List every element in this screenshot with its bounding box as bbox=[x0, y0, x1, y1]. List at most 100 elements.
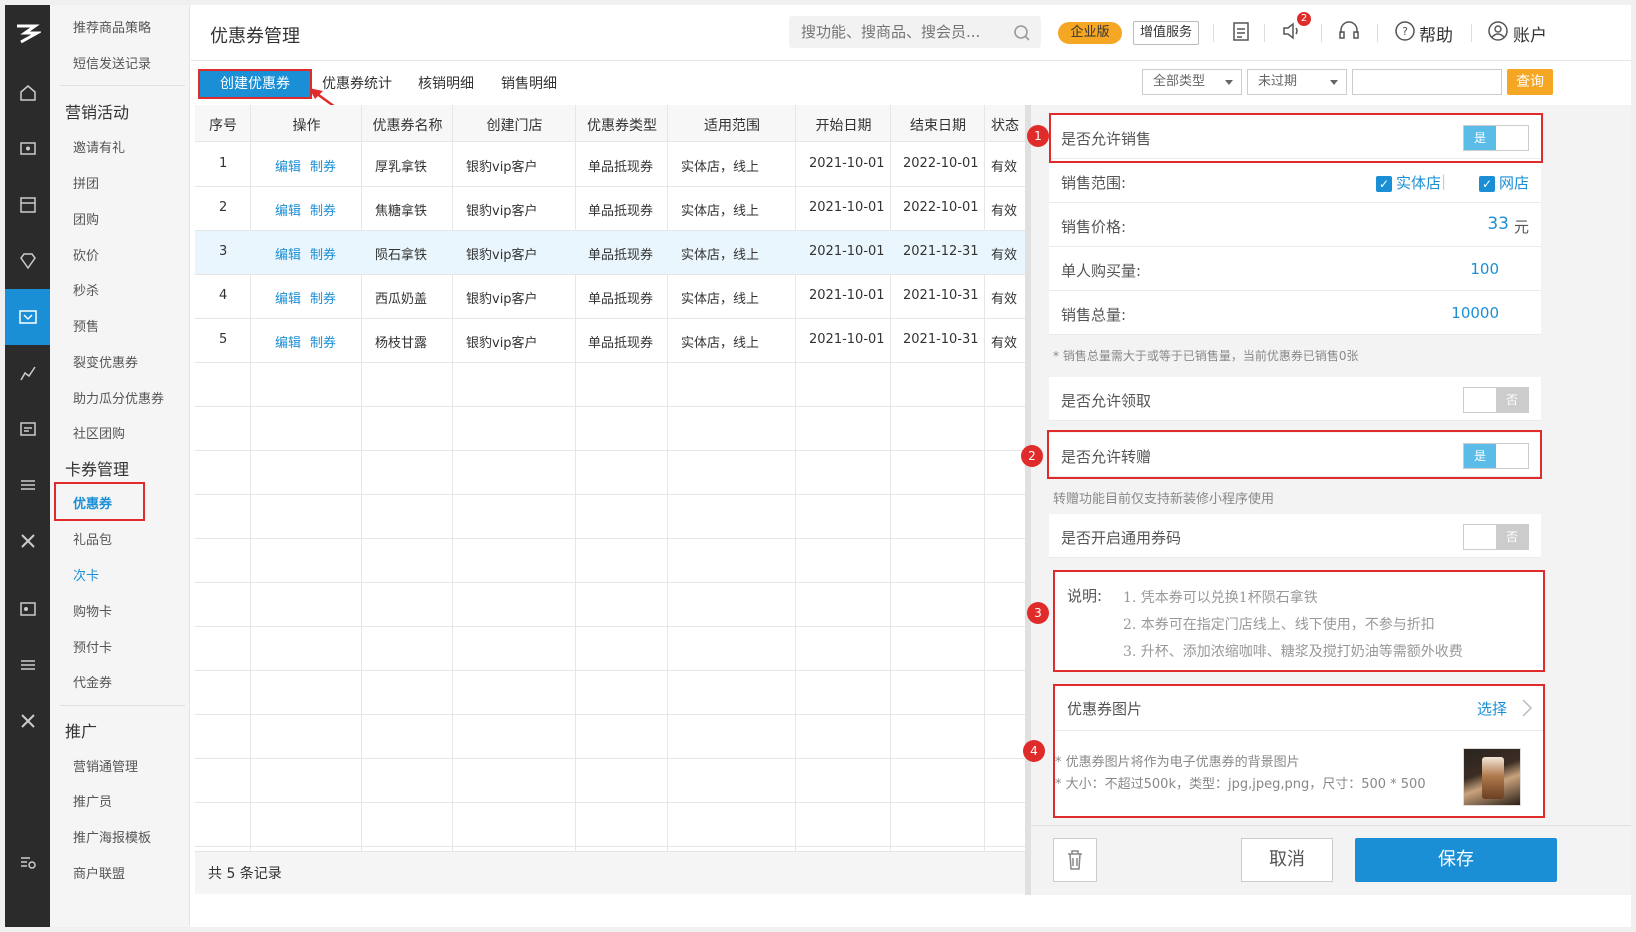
cell-scope: 实体店，线上 bbox=[681, 204, 760, 219]
sidebar-item[interactable]: 次卡 bbox=[73, 565, 99, 584]
coupon-image-thumbnail[interactable] bbox=[1463, 748, 1521, 806]
tools-icon[interactable] bbox=[5, 513, 50, 569]
card-icon[interactable] bbox=[5, 401, 50, 457]
marketing-icon[interactable] bbox=[5, 289, 50, 345]
edit-link[interactable]: 编辑 bbox=[275, 200, 301, 219]
description-box[interactable]: 说明: 1. 凭本券可以兑换1杯陨石拿铁 2. 本券可在指定门店线上、线下使用，… bbox=[1053, 570, 1545, 672]
cell-status: 有效 bbox=[991, 204, 1018, 219]
sidebar-item[interactable]: 邀请有礼 bbox=[73, 137, 125, 156]
coupon-image-section: 优惠券图片 选择 * 优惠券图片将作为电子优惠券的背景图片 * 大小：不超过50… bbox=[1053, 684, 1545, 818]
search-input[interactable] bbox=[789, 16, 999, 48]
scope-online-checkbox[interactable]: ✓ 网店 bbox=[1478, 172, 1529, 193]
allow-receive-toggle[interactable]: 否 bbox=[1463, 387, 1529, 413]
edit-link[interactable]: 编辑 bbox=[275, 244, 301, 263]
member-icon[interactable] bbox=[5, 233, 50, 289]
scope-store-checkbox[interactable]: ✓ 实体店 bbox=[1375, 172, 1441, 193]
home-icon[interactable] bbox=[5, 65, 50, 121]
sidebar-item[interactable]: 推广员 bbox=[73, 791, 112, 810]
sidebar-item[interactable]: 裂变优惠券 bbox=[73, 352, 138, 371]
universal-code-toggle[interactable]: 否 bbox=[1463, 524, 1529, 550]
clipboard-icon[interactable] bbox=[1231, 20, 1251, 46]
cancel-button[interactable]: 取消 bbox=[1241, 838, 1333, 882]
account-link[interactable]: 账户 bbox=[1513, 21, 1547, 46]
help-link[interactable]: 帮助 bbox=[1419, 21, 1453, 46]
status-select[interactable]: 未过期 bbox=[1247, 69, 1347, 95]
per-person-label: 单人购买量: bbox=[1061, 262, 1142, 280]
user-icon[interactable] bbox=[1487, 20, 1509, 46]
table-row[interactable]: 1 编辑 制券 厚乳拿铁 银豹vip客户 单品抵现券 实体店，线上 2021-1… bbox=[195, 143, 1025, 187]
make-coupon-link[interactable]: 制券 bbox=[310, 200, 336, 219]
sidebar-item[interactable]: 砍价 bbox=[73, 245, 99, 264]
profile-card-icon[interactable] bbox=[5, 581, 50, 637]
chevron-down-icon bbox=[1225, 80, 1233, 85]
sidebar-item[interactable]: 推荐商品策略 bbox=[73, 17, 151, 36]
cashier-icon[interactable] bbox=[5, 121, 50, 177]
sidebar-item[interactable]: 社区团购 bbox=[73, 423, 125, 442]
cell-type: 单品抵现券 bbox=[588, 160, 654, 175]
sidebar-item[interactable]: 团购 bbox=[73, 209, 99, 228]
tab-create-coupon[interactable]: 创建优惠券 bbox=[198, 69, 312, 99]
sidebar-item[interactable]: 助力瓜分优惠券 bbox=[73, 388, 164, 407]
tab-coupon-stats[interactable]: 优惠券统计 bbox=[322, 69, 392, 99]
sidebar-item[interactable]: 购物卡 bbox=[73, 601, 112, 620]
checkbox-checked-icon: ✓ bbox=[1375, 175, 1392, 192]
make-coupon-link[interactable]: 制券 bbox=[310, 244, 336, 263]
sidebar-item[interactable]: 商户联盟 bbox=[73, 863, 125, 882]
total-input[interactable]: 10000 bbox=[1451, 304, 1499, 322]
make-coupon-link[interactable]: 制券 bbox=[310, 156, 336, 175]
save-button[interactable]: 保存 bbox=[1355, 838, 1557, 882]
settings-sliders-icon[interactable] bbox=[5, 457, 50, 513]
cell-start: 2021-10-01 bbox=[809, 244, 885, 259]
price-row: 销售价格: 33 元 bbox=[1049, 203, 1541, 247]
sidebar-item[interactable]: 代金券 bbox=[73, 672, 112, 691]
type-select[interactable]: 全部类型 bbox=[1142, 69, 1242, 95]
per-person-input[interactable]: 100 bbox=[1470, 260, 1499, 278]
sidebar-item[interactable]: 预付卡 bbox=[73, 637, 112, 656]
headset-icon[interactable] bbox=[1337, 20, 1361, 46]
make-coupon-link[interactable]: 制券 bbox=[310, 332, 336, 351]
delete-button[interactable] bbox=[1053, 838, 1097, 882]
sidebar-item[interactable]: 推广海报模板 bbox=[73, 827, 151, 846]
menu-search-icon[interactable] bbox=[5, 835, 50, 891]
cell-end: 2022-10-01 bbox=[903, 156, 979, 171]
product-icon[interactable] bbox=[5, 177, 50, 233]
table-row[interactable]: 3 编辑 制券 陨石拿铁 银豹vip客户 单品抵现券 实体店，线上 2021-1… bbox=[195, 231, 1025, 275]
edit-link[interactable]: 编辑 bbox=[275, 332, 301, 351]
plugin-icon[interactable] bbox=[5, 693, 50, 749]
make-coupon-link[interactable]: 制券 bbox=[310, 288, 336, 307]
tab-redeem-detail[interactable]: 核销明细 bbox=[418, 69, 474, 99]
help-icon[interactable]: ? bbox=[1394, 20, 1416, 46]
sidebar-item[interactable]: 秒杀 bbox=[73, 280, 99, 299]
search-icon[interactable] bbox=[1013, 24, 1031, 46]
edit-link[interactable]: 编辑 bbox=[275, 288, 301, 307]
image-select-link[interactable]: 选择 bbox=[1477, 698, 1507, 719]
description-label: 说明: bbox=[1067, 587, 1103, 605]
secondary-nav: 推荐商品策略 短信发送记录 营销活动 邀请有礼 拼团 团购 砍价 秒杀 预售 裂… bbox=[50, 5, 190, 927]
value-service-button[interactable]: 增值服务 bbox=[1133, 21, 1199, 45]
table-row[interactable]: 5 编辑 制券 杨枝甘露 银豹vip客户 单品抵现券 实体店，线上 2021-1… bbox=[195, 319, 1025, 363]
cell-start: 2021-10-01 bbox=[809, 288, 885, 303]
universal-code-label: 是否开启通用券码 bbox=[1061, 529, 1182, 547]
sidebar-item-coupon[interactable]: 优惠券 bbox=[73, 493, 112, 512]
brand-logo-icon[interactable] bbox=[5, 5, 50, 60]
cell-start: 2021-10-01 bbox=[809, 156, 885, 171]
edit-link[interactable]: 编辑 bbox=[275, 156, 301, 175]
query-button[interactable]: 查询 bbox=[1507, 69, 1553, 95]
cell-store: 银豹vip客户 bbox=[466, 204, 538, 219]
price-input[interactable]: 33 bbox=[1487, 214, 1509, 234]
sidebar-item[interactable]: 营销通管理 bbox=[73, 756, 138, 775]
sidebar-item[interactable]: 礼品包 bbox=[73, 529, 112, 548]
report-icon[interactable] bbox=[5, 345, 50, 401]
sidebar-item[interactable]: 短信发送记录 bbox=[73, 53, 151, 72]
sidebar-item[interactable]: 拼团 bbox=[73, 173, 99, 192]
table-row[interactable]: 4 编辑 制券 西瓜奶盖 银豹vip客户 单品抵现券 实体店，线上 2021-1… bbox=[195, 275, 1025, 319]
adjust-icon[interactable] bbox=[5, 637, 50, 693]
sidebar-item[interactable]: 预售 bbox=[73, 316, 99, 335]
keyword-input[interactable] bbox=[1352, 69, 1502, 95]
global-search[interactable] bbox=[789, 16, 1041, 48]
edition-badge[interactable]: 企业版 bbox=[1058, 22, 1122, 44]
chevron-right-icon[interactable] bbox=[1521, 698, 1533, 722]
tab-sales-detail[interactable]: 销售明细 bbox=[501, 69, 557, 99]
table-row[interactable]: 2 编辑 制券 焦糖拿铁 银豹vip客户 单品抵现券 实体店，线上 2021-1… bbox=[195, 187, 1025, 231]
app-window: 推荐商品策略 短信发送记录 营销活动 邀请有礼 拼团 团购 砍价 秒杀 预售 裂… bbox=[5, 5, 1631, 927]
